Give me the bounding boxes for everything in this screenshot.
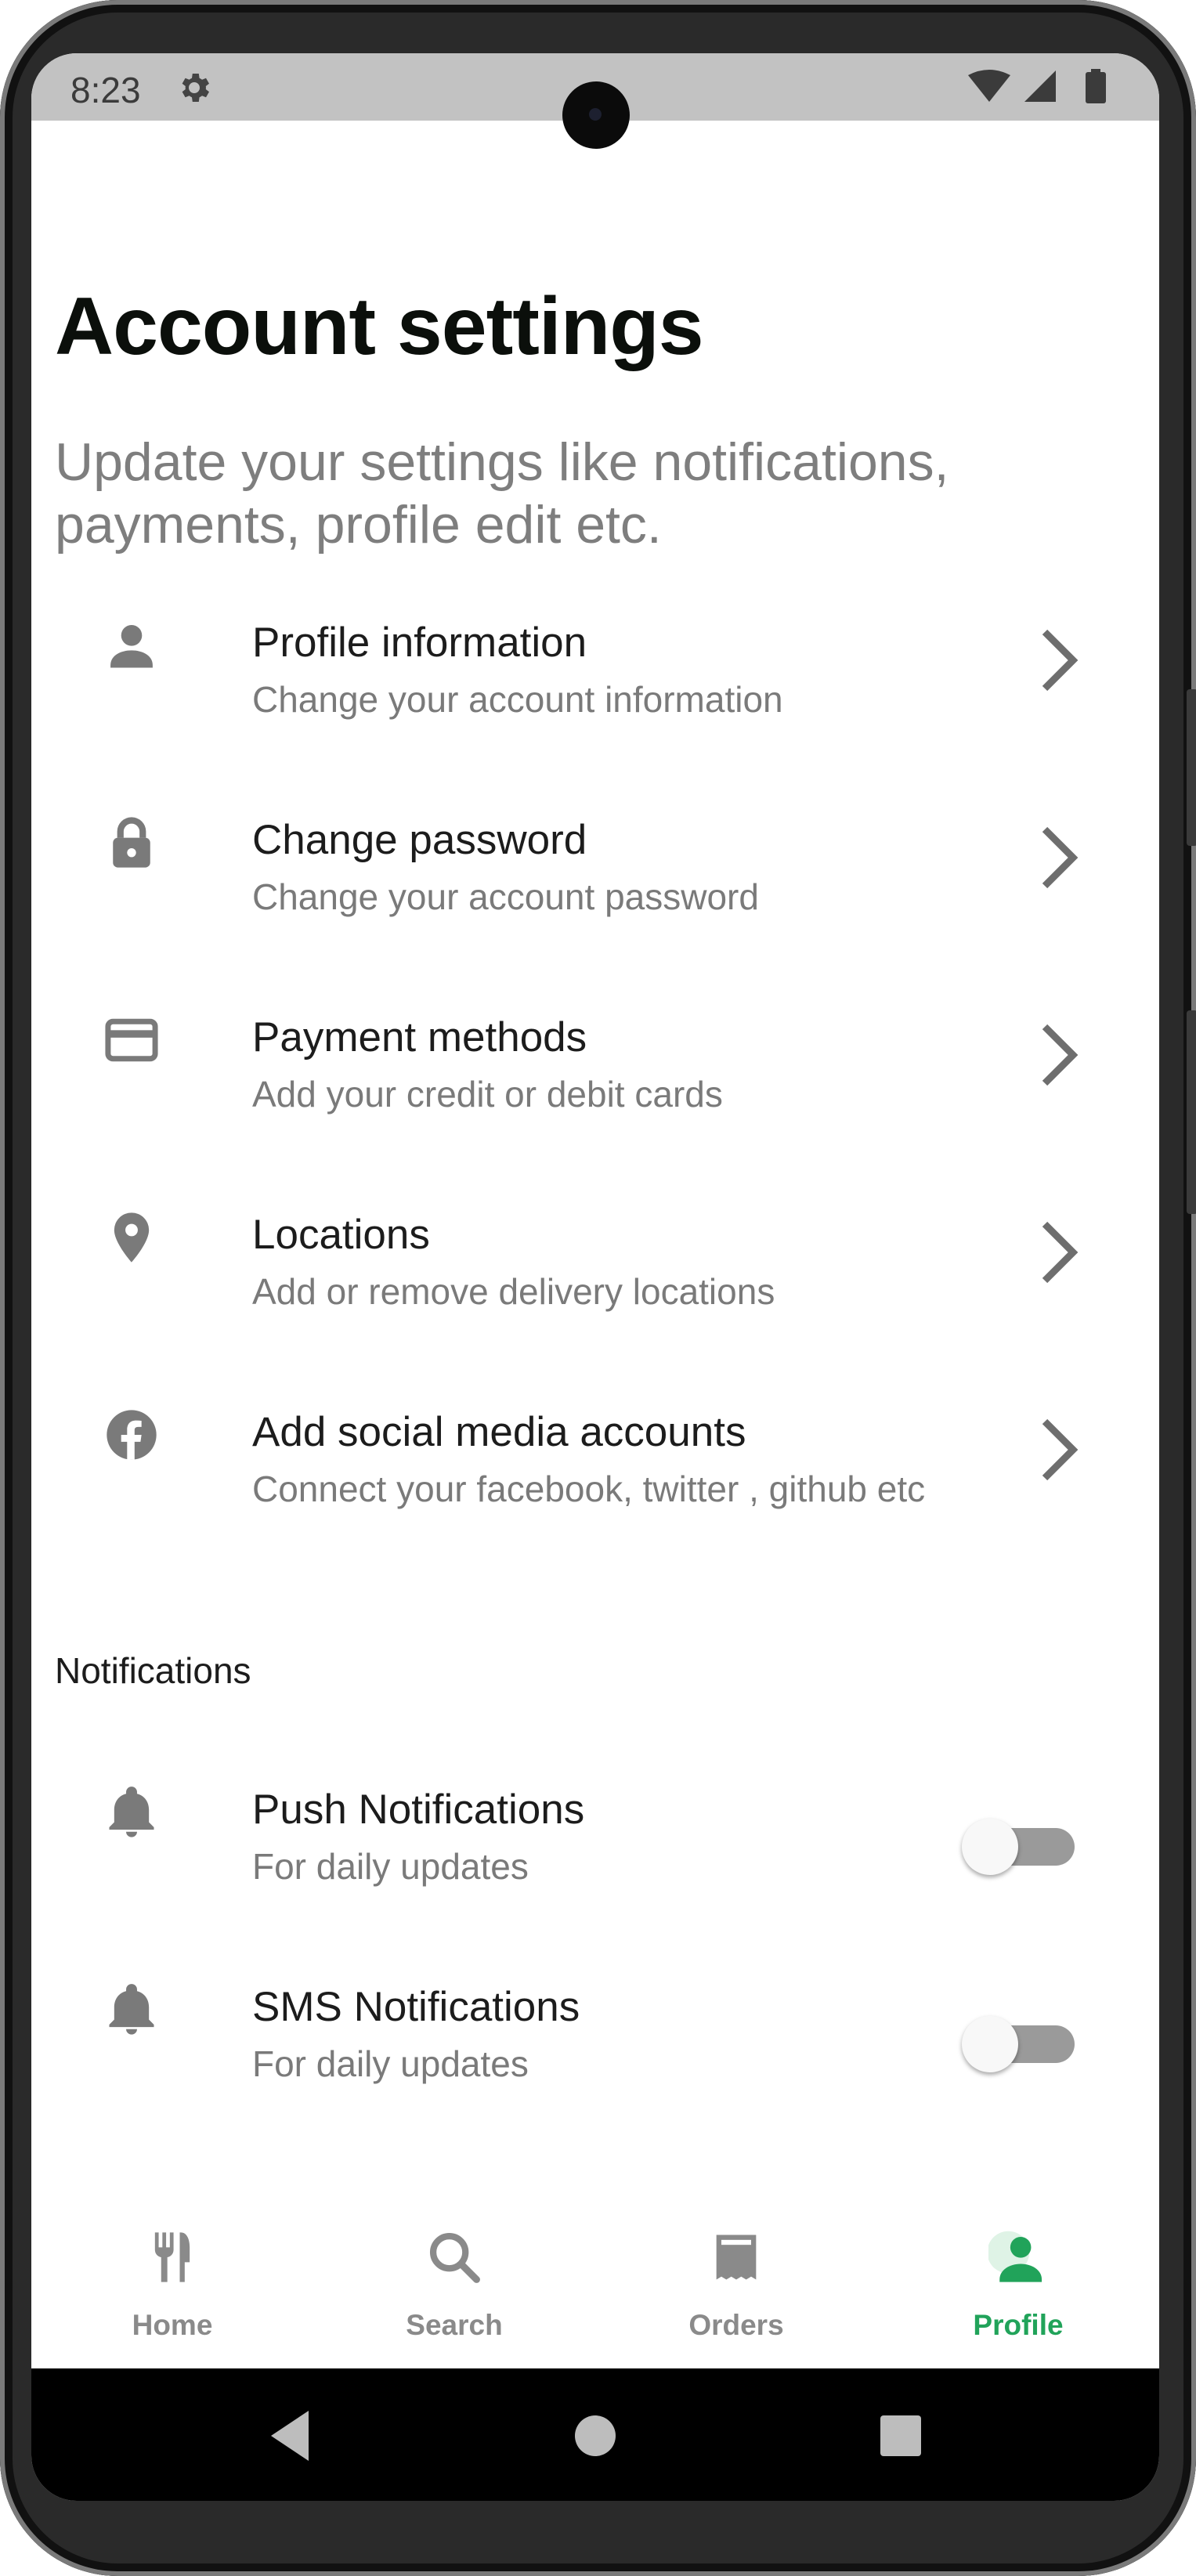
row-title: Change password	[252, 817, 587, 863]
nav-label: Home	[132, 2309, 213, 2341]
search-icon	[429, 2232, 480, 2283]
row-title: Profile information	[252, 620, 587, 666]
gear-icon	[182, 74, 209, 102]
nav-item-orders[interactable]: Orders	[595, 2191, 877, 2368]
wifi-icon	[968, 70, 1010, 102]
system-navigation-bar	[31, 2368, 1159, 2501]
row-title: SMS Notifications	[252, 1984, 580, 2030]
settings-row-profile-information[interactable]: Profile information Change your account …	[31, 578, 1159, 758]
notification-row-sms: SMS Notifications For daily updates	[31, 1942, 1159, 2123]
push-notifications-toggle[interactable]	[962, 1811, 1079, 1875]
nav-label: Search	[406, 2309, 503, 2341]
row-subtitle: Add your credit or debit cards	[252, 1074, 723, 1115]
row-subtitle: For daily updates	[252, 2043, 529, 2084]
nav-label: Orders	[688, 2309, 784, 2341]
credit-card-icon	[105, 1018, 158, 1062]
toggle-knob	[962, 2016, 1018, 2072]
battery-icon	[1086, 69, 1106, 103]
person-icon	[110, 625, 153, 668]
volume-button	[1187, 689, 1196, 846]
row-subtitle: For daily updates	[252, 1846, 529, 1887]
row-subtitle: Change your account information	[252, 679, 783, 720]
chevron-right-icon	[1042, 1024, 1079, 1086]
signal-icon	[1024, 70, 1056, 102]
chevron-right-icon	[1042, 629, 1079, 692]
status-icons	[968, 69, 1106, 103]
status-time: 8:23	[70, 70, 141, 110]
row-title: Add social media accounts	[252, 1409, 746, 1455]
bottom-navigation: Home Search Orders Profile	[31, 2191, 1159, 2368]
nav-label: Profile	[973, 2309, 1064, 2341]
recents-icon[interactable]	[869, 2404, 932, 2467]
bell-icon	[109, 1984, 154, 2035]
row-subtitle: Add or remove delivery locations	[252, 1271, 775, 1312]
page-title: Account settings	[55, 281, 704, 372]
bell-icon	[109, 1787, 154, 1837]
row-subtitle: Change your account password	[252, 876, 759, 917]
lock-icon	[113, 817, 150, 868]
settings-row-locations[interactable]: Locations Add or remove delivery locatio…	[31, 1170, 1159, 1350]
chevron-right-icon	[1042, 1221, 1079, 1284]
nav-item-home[interactable]: Home	[31, 2191, 313, 2368]
nav-item-profile[interactable]: Profile	[877, 2191, 1159, 2368]
facebook-icon	[107, 1410, 157, 1460]
person-icon	[988, 2231, 1042, 2282]
chevron-right-icon	[1042, 826, 1079, 889]
settings-row-social-media[interactable]: Add social media accounts Connect your f…	[31, 1367, 1159, 1548]
nav-item-search[interactable]: Search	[313, 2191, 595, 2368]
power-button	[1187, 1010, 1196, 1214]
location-pin-icon	[114, 1212, 150, 1263]
row-title: Payment methods	[252, 1014, 587, 1060]
home-circle-icon[interactable]	[564, 2404, 627, 2467]
page-subtitle: Update your settings like notifications,…	[55, 432, 949, 555]
sms-notifications-toggle[interactable]	[962, 2008, 1079, 2072]
toggle-knob	[962, 1819, 1018, 1875]
row-title: Locations	[252, 1212, 430, 1258]
fork-knife-icon	[154, 2232, 190, 2282]
row-subtitle: Connect your facebook, twitter , github …	[252, 1469, 926, 1509]
row-title: Push Notifications	[252, 1787, 585, 1833]
front-camera	[562, 81, 630, 149]
notification-row-push: Push Notifications For daily updates	[31, 1745, 1159, 1925]
settings-row-payment-methods[interactable]: Payment methods Add your credit or debit…	[31, 973, 1159, 1153]
settings-row-change-password[interactable]: Change password Change your account pass…	[31, 775, 1159, 956]
app-screen: 8:23 Account settings Update your settin…	[31, 53, 1159, 2501]
notifications-section-label: Notifications	[55, 1650, 251, 1691]
chevron-right-icon	[1042, 1418, 1079, 1481]
receipt-icon	[716, 2235, 757, 2280]
back-icon[interactable]	[258, 2404, 321, 2467]
